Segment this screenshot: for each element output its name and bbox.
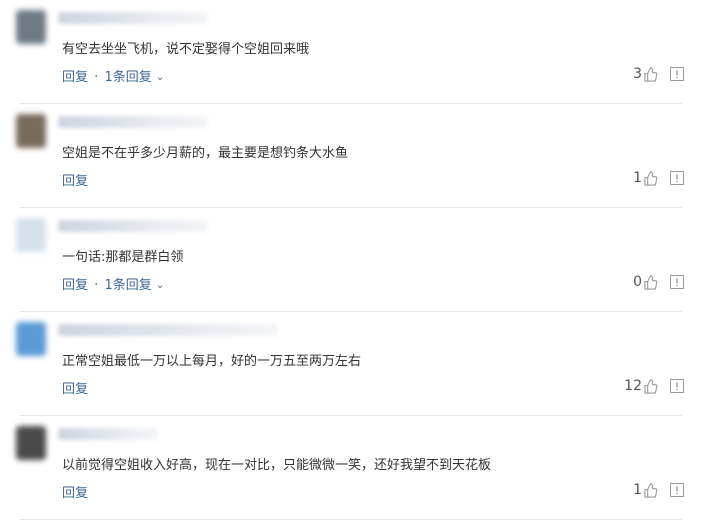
reply-button[interactable]: 回复: [62, 486, 88, 501]
comment-item: 正常空姐最低一万以上每月，好的一万五至两万左右 回复 12: [0, 312, 710, 416]
avatar[interactable]: [16, 114, 46, 148]
comment-item: 一句话:那都是群白领 回复 · 1条回复 ⌄ 0: [0, 208, 710, 312]
report-icon[interactable]: [670, 275, 684, 289]
report-icon[interactable]: [670, 483, 684, 497]
comment-text: 以前觉得空姐收入好高，现在一对比，只能微微一笑，还好我望不到天花板: [62, 458, 492, 473]
comment-text: 有空去坐坐飞机，说不定娶得个空姐回来哦: [62, 42, 310, 57]
comment-text: 正常空姐最低一万以上每月，好的一万五至两万左右: [62, 354, 362, 369]
avatar[interactable]: [16, 10, 46, 44]
comment-toolbar: 3: [633, 64, 684, 84]
comment-toolbar: 1: [633, 480, 684, 500]
thumbs-up-icon[interactable]: [643, 170, 658, 186]
comment-actions: 回复: [62, 378, 88, 397]
comment-item: 有空去坐坐飞机，说不定娶得个空姐回来哦 回复 · 1条回复 ⌄ 3: [0, 0, 710, 104]
comment-item: 空姐是不在乎多少月薪的，最主要是想钓条大水鱼 回复 1: [0, 104, 710, 208]
comment-toolbar: 12: [624, 376, 684, 396]
username-blurred[interactable]: [58, 220, 208, 232]
comment-actions: 回复 · 1条回复 ⌄: [62, 274, 164, 293]
comment-text: 空姐是不在乎多少月薪的，最主要是想钓条大水鱼: [62, 146, 349, 161]
separator-dot: ·: [94, 278, 99, 293]
username-blurred[interactable]: [58, 116, 208, 128]
view-replies-button[interactable]: 1条回复 ⌄: [104, 70, 164, 85]
divider: [20, 519, 682, 520]
replies-count-label: 1条回复: [104, 278, 152, 293]
thumbs-up-icon[interactable]: [643, 378, 658, 394]
replies-count-label: 1条回复: [104, 70, 152, 85]
avatar[interactable]: [16, 426, 46, 460]
comment-toolbar: 1: [633, 168, 684, 188]
reply-button[interactable]: 回复: [62, 70, 88, 85]
view-replies-button[interactable]: 1条回复 ⌄: [104, 278, 164, 293]
comment-toolbar: 0: [633, 272, 684, 292]
thumbs-up-icon[interactable]: [643, 66, 658, 82]
comment-actions: 回复: [62, 482, 88, 501]
reply-button[interactable]: 回复: [62, 382, 88, 397]
comment-item: 以前觉得空姐收入好高，现在一对比，只能微微一笑，还好我望不到天花板 回复 1: [0, 416, 710, 520]
comment-actions: 回复: [62, 170, 88, 189]
username-blurred[interactable]: [58, 428, 158, 440]
thumbs-up-icon[interactable]: [643, 482, 658, 498]
avatar[interactable]: [16, 322, 46, 356]
reply-button[interactable]: 回复: [62, 174, 88, 189]
report-icon[interactable]: [670, 171, 684, 185]
report-icon[interactable]: [670, 67, 684, 81]
like-count: 1: [633, 170, 642, 186]
report-icon[interactable]: [670, 379, 684, 393]
comment-actions: 回复 · 1条回复 ⌄: [62, 66, 164, 85]
username-blurred[interactable]: [58, 12, 208, 24]
like-count: 0: [633, 274, 642, 290]
reply-button[interactable]: 回复: [62, 278, 88, 293]
separator-dot: ·: [94, 70, 99, 85]
like-count: 12: [624, 378, 642, 394]
avatar[interactable]: [16, 218, 46, 252]
username-blurred[interactable]: [58, 324, 278, 336]
like-count: 1: [633, 482, 642, 498]
chevron-down-icon: ⌄: [155, 72, 165, 83]
comment-text: 一句话:那都是群白领: [62, 250, 184, 265]
thumbs-up-icon[interactable]: [643, 274, 658, 290]
like-count: 3: [633, 66, 642, 82]
chevron-down-icon: ⌄: [155, 280, 165, 291]
